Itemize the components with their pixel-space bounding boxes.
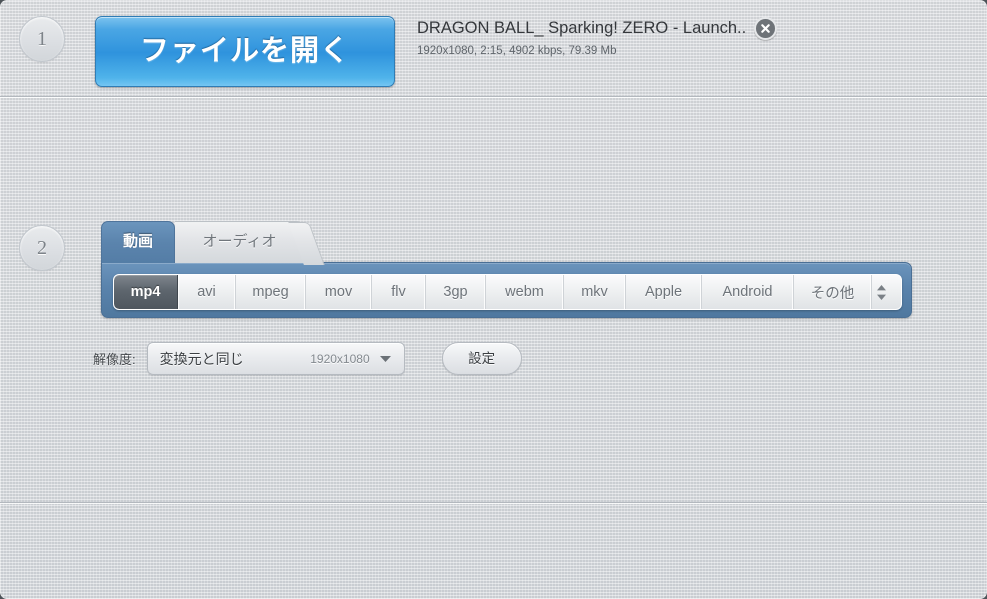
- app-window: 1 ファイルを開く DRAGON BALL_ Sparking! ZERO - …: [0, 0, 987, 599]
- step-1-badge: 1: [19, 16, 65, 62]
- format-option-mp4[interactable]: mp4: [114, 275, 178, 309]
- format-selector-strip: mp4 avi mpeg mov flv 3gp webm mkv Apple Android その…: [113, 274, 902, 310]
- format-option-mpeg[interactable]: mpeg: [236, 275, 306, 309]
- file-name-row: DRAGON BALL_ Sparking! ZERO - Launch...: [417, 16, 777, 40]
- resolution-selected-value: 変換元と同じ: [159, 350, 244, 367]
- chevron-down-icon: [379, 355, 392, 363]
- close-circle-icon[interactable]: [754, 16, 777, 40]
- format-option-mkv[interactable]: mkv: [564, 275, 626, 309]
- format-option-avi[interactable]: avi: [178, 275, 236, 309]
- format-option-3gp[interactable]: 3gp: [426, 275, 486, 309]
- format-option-flv[interactable]: flv: [372, 275, 426, 309]
- format-section: 2 オーディオ 動画 mp4 avi mpeg mov flv 3gp webm mkv App…: [0, 96, 987, 502]
- open-file-button[interactable]: ファイルを開く: [95, 16, 395, 87]
- file-info: DRAGON BALL_ Sparking! ZERO - Launch... …: [417, 16, 777, 57]
- open-file-section: 1 ファイルを開く DRAGON BALL_ Sparking! ZERO - …: [0, 0, 987, 96]
- file-name: DRAGON BALL_ Sparking! ZERO - Launch...: [417, 18, 746, 37]
- format-option-apple[interactable]: Apple: [626, 275, 702, 309]
- settings-button[interactable]: 設定: [441, 342, 522, 375]
- resolution-row: 解像度: 変換元と同じ 1920x1080 設定: [93, 342, 522, 375]
- up-down-stepper-icon[interactable]: [872, 275, 901, 309]
- format-option-android[interactable]: Android: [702, 275, 794, 309]
- tab-audio[interactable]: オーディオ: [175, 221, 305, 263]
- file-metadata: 1920x1080, 2:15, 4902 kbps, 79.39 Mb: [417, 45, 617, 57]
- resolution-dropdown[interactable]: 変換元と同じ 1920x1080: [146, 342, 405, 375]
- resolution-dimensions: 1920x1080: [310, 351, 370, 366]
- format-option-mov[interactable]: mov: [306, 275, 372, 309]
- format-panel: mp4 avi mpeg mov flv 3gp webm mkv Apple Android その…: [101, 262, 912, 318]
- format-option-webm[interactable]: webm: [486, 275, 564, 309]
- tab-video[interactable]: 動画: [101, 221, 175, 263]
- format-option-その他[interactable]: その他: [794, 275, 872, 309]
- step-2-badge: 2: [19, 225, 65, 271]
- convert-section: 3 変換: [0, 502, 987, 599]
- resolution-label: 解像度:: [93, 352, 136, 367]
